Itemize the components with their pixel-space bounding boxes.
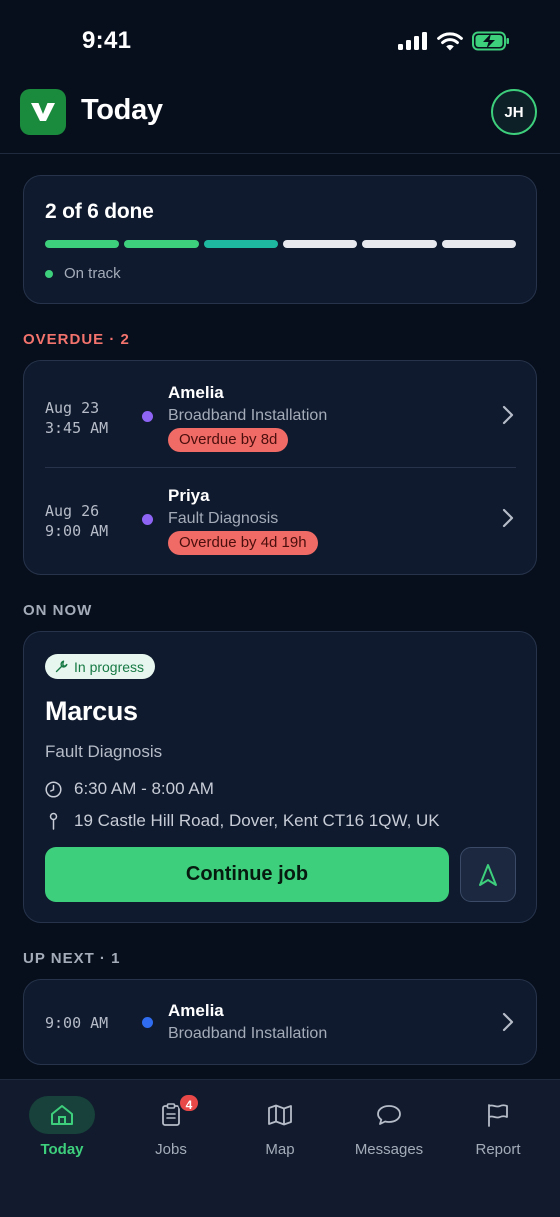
location-pin-icon: [49, 812, 58, 830]
job-time: 9:00 AM: [45, 1014, 109, 1032]
flag-icon: [488, 1104, 508, 1127]
progress-segment: [441, 240, 516, 248]
status-icons: [398, 30, 510, 52]
status-badge: In progress: [45, 654, 156, 679]
current-job-time-range: 6:30 AM - 8:00 AM: [74, 779, 214, 798]
progress-segments: [45, 240, 516, 248]
jobs-count-badge: 4: [178, 1093, 200, 1113]
job-status-dot-icon: [142, 514, 153, 525]
continue-job-button[interactable]: Continue job: [45, 847, 449, 902]
job-status-dot-icon: [142, 1017, 153, 1028]
job-time: 3:45 AM: [45, 419, 109, 437]
home-icon: [51, 1105, 73, 1125]
job-row[interactable]: 9:00 AM Amelia Broadband Installation: [24, 980, 536, 1064]
wifi-icon: [437, 31, 463, 50]
map-icon: [268, 1104, 292, 1126]
clock-icon: [45, 780, 62, 798]
up-next-card: 9:00 AM Amelia Broadband Installation: [23, 979, 537, 1065]
job-customer-name: Priya: [168, 486, 210, 505]
tab-report[interactable]: Report: [443, 1096, 553, 1166]
status-badge-label: In progress: [74, 658, 145, 675]
progress-card: 2 of 6 done On track: [23, 175, 537, 304]
overdue-section-label: OVERDUE · 2: [23, 331, 130, 348]
tab-label: Report: [475, 1141, 521, 1158]
tab-today[interactable]: Today: [7, 1096, 117, 1166]
job-customer-name: Amelia: [168, 383, 224, 402]
wrench-icon: [55, 660, 68, 673]
job-service: Broadband Installation: [168, 1025, 328, 1042]
chat-icon: [377, 1105, 401, 1125]
tab-map[interactable]: Map: [225, 1096, 335, 1166]
overdue-badge: Overdue by 4d 19h: [168, 531, 318, 555]
status-bar: 9:41: [0, 0, 560, 80]
current-job-card: In progress Marcus Fault Diagnosis 6:30 …: [23, 631, 537, 923]
signal-icon: [398, 32, 427, 50]
overdue-badge: Overdue by 8d: [168, 428, 289, 452]
progress-segment: [124, 240, 199, 248]
status-time: 9:41: [82, 27, 132, 54]
time-range-row: 6:30 AM - 8:00 AM: [45, 779, 214, 799]
progress-title: 2 of 6 done: [45, 200, 154, 223]
chevron-right-icon: [502, 508, 514, 528]
tab-label: Today: [40, 1141, 84, 1158]
current-job-address: 19 Castle Hill Road, Dover, Kent CT16 1Q…: [74, 811, 440, 830]
job-service: Fault Diagnosis: [168, 510, 279, 527]
progress-segment: [45, 240, 120, 248]
chevron-right-icon: [502, 1012, 514, 1032]
up-next-section-label: UP NEXT · 1: [23, 950, 121, 967]
current-job-customer-name: Marcus: [45, 696, 138, 726]
tab-label: Map: [265, 1141, 295, 1158]
progress-status-text: On track: [64, 265, 121, 282]
tab-messages[interactable]: Messages: [334, 1096, 444, 1166]
on-now-section-label: ON NOW: [23, 602, 93, 619]
job-time: 9:00 AM: [45, 522, 109, 540]
chevron-right-icon: [502, 405, 514, 425]
navigate-button[interactable]: [460, 847, 516, 902]
page-title: Today: [81, 94, 163, 126]
job-date: Aug 23: [45, 399, 100, 417]
job-customer-name: Amelia: [168, 1001, 224, 1020]
bottom-tab-bar: Today 4 Jobs Map Messages Report: [0, 1079, 560, 1217]
user-avatar[interactable]: JH: [491, 89, 537, 135]
tab-label: Jobs: [155, 1141, 187, 1158]
app-logo: [20, 89, 66, 135]
tab-jobs[interactable]: 4 Jobs: [116, 1093, 226, 1166]
job-service: Broadband Installation: [168, 407, 328, 424]
job-status-dot-icon: [142, 411, 153, 422]
logo-v-icon: [31, 103, 55, 121]
job-row[interactable]: Aug 23 3:45 AM Amelia Broadband Installa…: [24, 361, 536, 463]
progress-segment: [362, 240, 437, 248]
progress-status: On track: [45, 265, 121, 282]
app-header: Today JH: [0, 80, 560, 154]
job-date: Aug 26: [45, 502, 100, 520]
progress-segment: [282, 240, 358, 248]
address-row: 19 Castle Hill Road, Dover, Kent CT16 1Q…: [45, 811, 440, 831]
job-row[interactable]: Aug 26 9:00 AM Priya Fault Diagnosis Ove…: [24, 468, 536, 570]
overdue-card: Aug 23 3:45 AM Amelia Broadband Installa…: [23, 360, 537, 575]
status-dot-icon: [45, 269, 53, 278]
tab-label: Messages: [354, 1141, 424, 1158]
navigation-arrow-icon: [479, 863, 497, 886]
battery-charging-icon: [472, 31, 509, 51]
progress-segment: [203, 240, 278, 248]
current-job-service: Fault Diagnosis: [45, 742, 163, 761]
